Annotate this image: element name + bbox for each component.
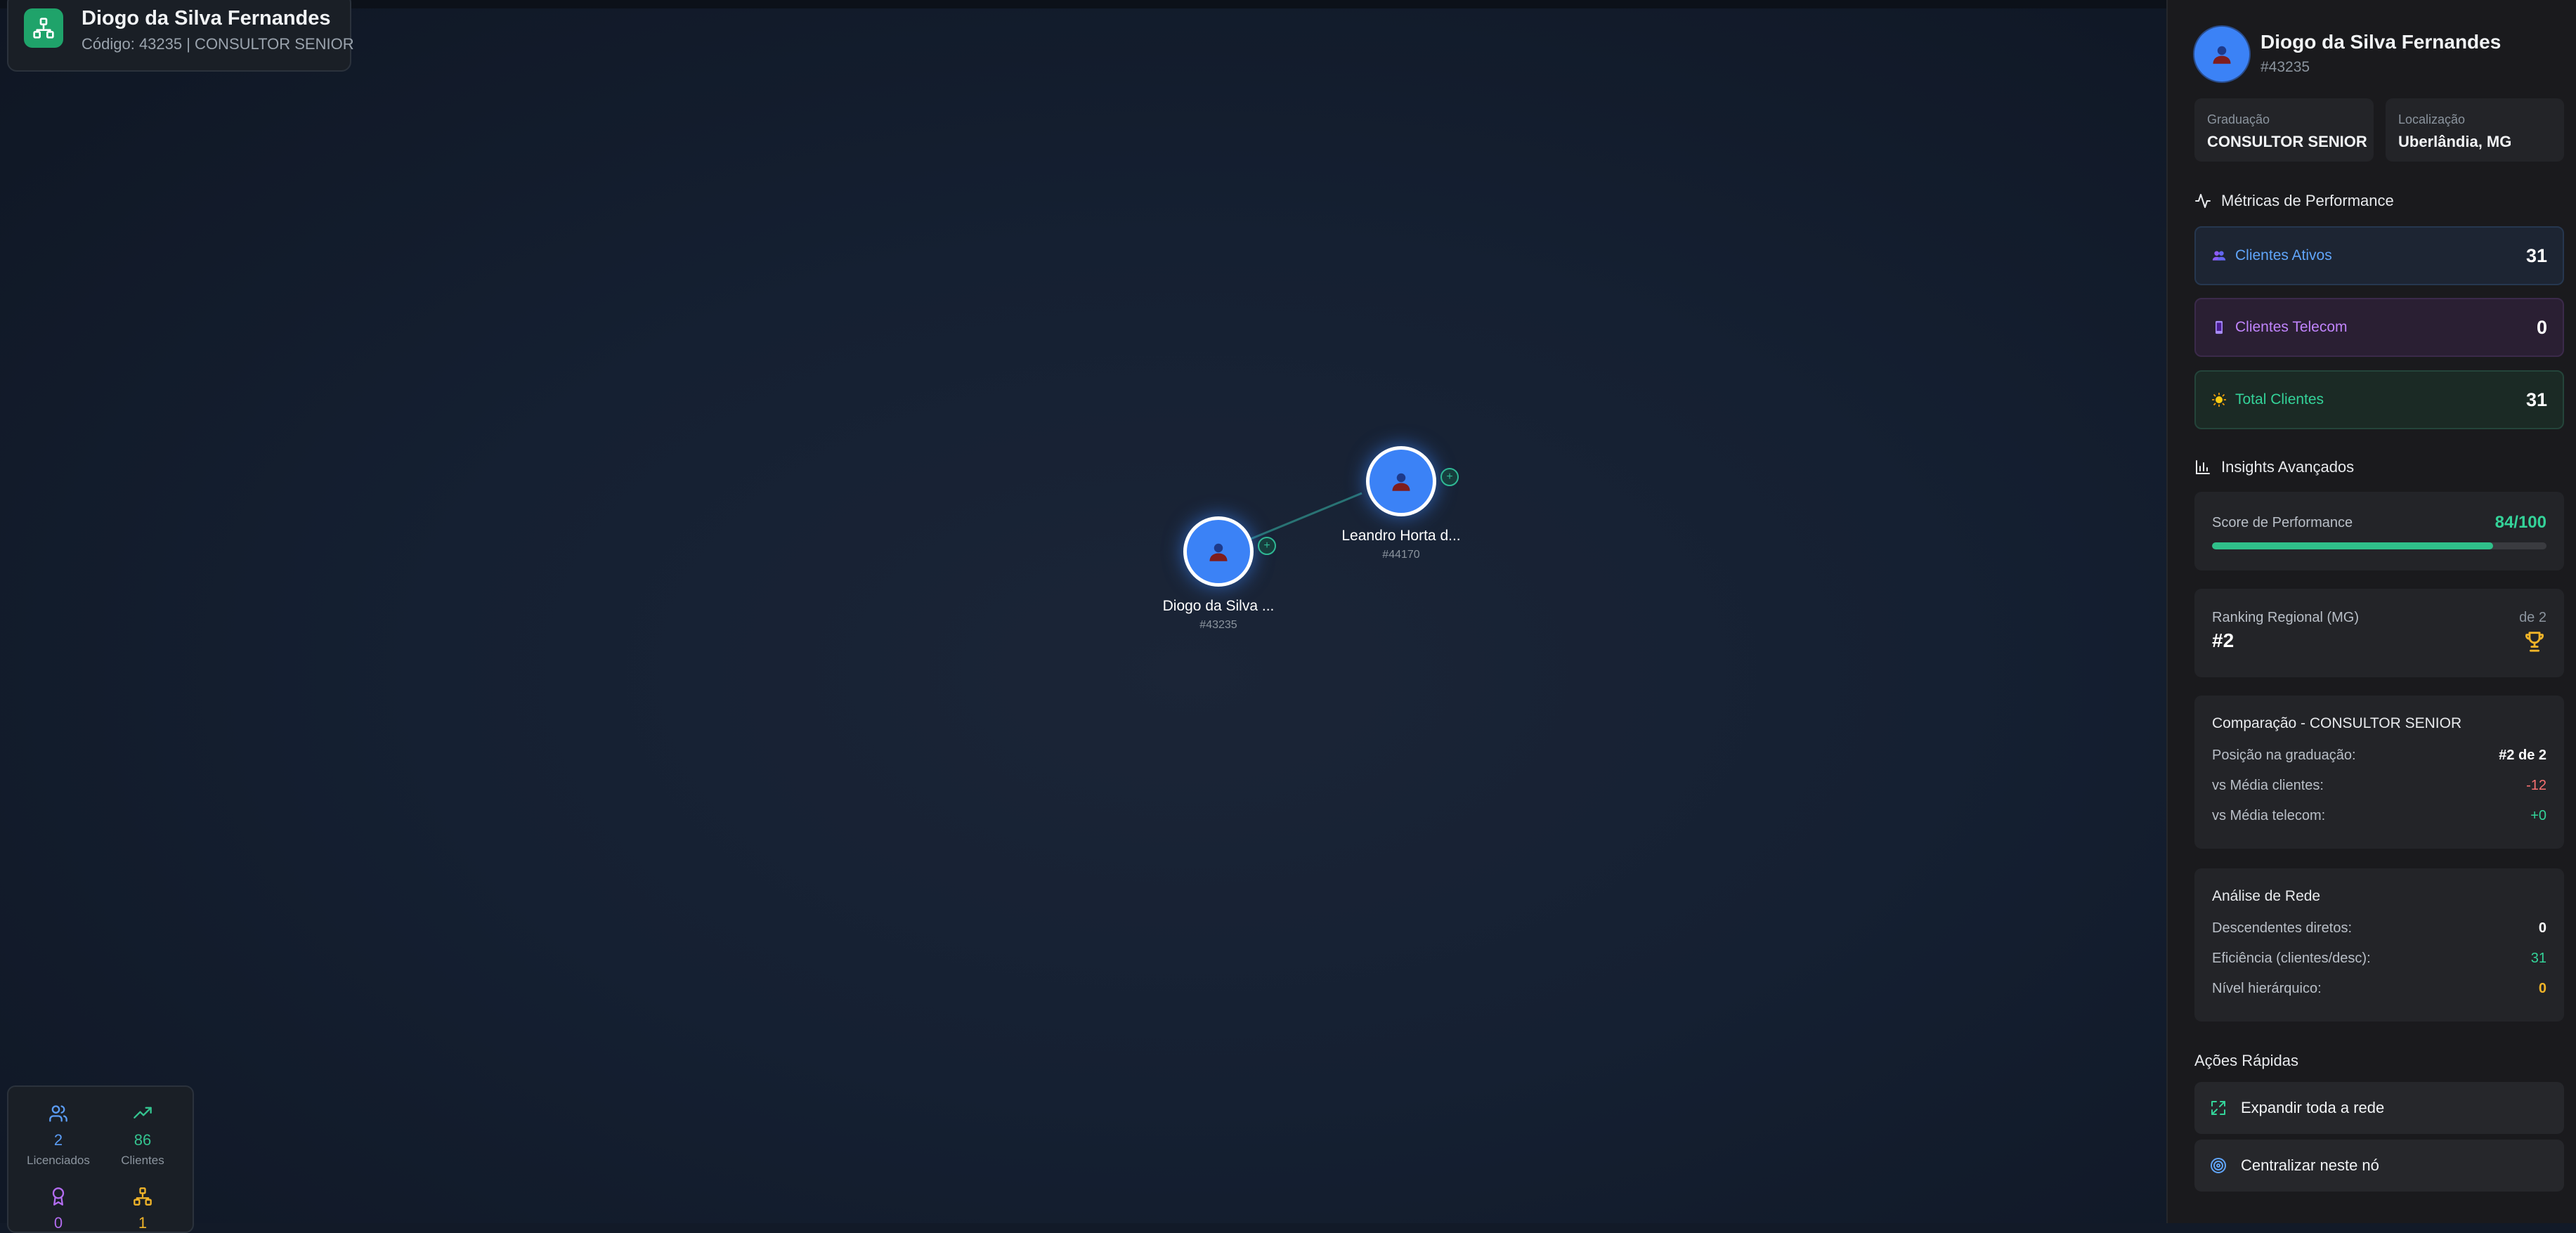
localizacao-box: Localização Uberlândia, MG bbox=[2386, 98, 2564, 162]
insights-title: Insights Avançados bbox=[2194, 458, 2354, 476]
network-node-child[interactable]: Leandro Horta d... #44170 bbox=[1324, 446, 1478, 561]
stat-label: Clientes bbox=[121, 1154, 164, 1167]
score-progress-track bbox=[2212, 542, 2546, 549]
details-panel: Diogo da Silva Fernandes #43235 Graduaçã… bbox=[2166, 0, 2576, 1223]
comparison-title: Comparação - CONSULTOR SENIOR bbox=[2212, 715, 2462, 731]
metric-label: Clientes Ativos bbox=[2235, 247, 2332, 263]
center-node-button[interactable]: Centralizar neste nó bbox=[2194, 1140, 2564, 1192]
ranking-box: Ranking Regional (MG) de 2 #2 bbox=[2194, 589, 2564, 677]
phone-icon bbox=[2211, 320, 2227, 335]
stat-value: 1 bbox=[138, 1214, 148, 1232]
node-avatar bbox=[1183, 516, 1254, 587]
graduacao-value: CONSULTOR SENIOR bbox=[2207, 133, 2367, 150]
node-expand-button[interactable]: + bbox=[1440, 468, 1459, 486]
node-name: Leandro Horta d... bbox=[1341, 528, 1461, 544]
network-icon bbox=[134, 1187, 152, 1206]
metrics-title-text: Métricas de Performance bbox=[2221, 192, 2394, 209]
network-analysis-box: Análise de Rede Descendentes diretos: 0 … bbox=[2194, 868, 2564, 1022]
localizacao-value: Uberlândia, MG bbox=[2398, 133, 2512, 150]
node-code: #43235 bbox=[1199, 619, 1237, 631]
metric-value: 31 bbox=[2525, 244, 2547, 266]
score-progress-fill bbox=[2212, 542, 2493, 549]
graduacao-label: Graduação bbox=[2207, 112, 2270, 126]
actions-title: Ações Rápidas bbox=[2194, 1052, 2298, 1069]
stat-graduacao: 0 bbox=[16, 1187, 100, 1232]
network-row-label: Descendentes diretos: bbox=[2212, 920, 2353, 936]
network-node-root[interactable]: Diogo da Silva ... #43235 bbox=[1141, 516, 1296, 632]
expand-icon bbox=[2211, 1101, 2225, 1115]
ranking-of: de 2 bbox=[2519, 610, 2546, 625]
network-title: Análise de Rede bbox=[2212, 888, 2321, 904]
metrics-title: Métricas de Performance bbox=[2194, 192, 2394, 210]
metric-label: Total Clientes bbox=[2235, 391, 2324, 407]
person-icon bbox=[1392, 473, 1410, 491]
graduacao-box: Graduação CONSULTOR SENIOR bbox=[2194, 98, 2374, 162]
ranking-value: #2 bbox=[2212, 629, 2235, 651]
metric-value: 0 bbox=[2536, 316, 2547, 338]
metric-value: 31 bbox=[2525, 389, 2547, 410]
action-label: Centralizar neste nó bbox=[2241, 1156, 2379, 1174]
metric-total-clientes: Total Clientes 31 bbox=[2194, 370, 2564, 429]
sun-icon bbox=[2211, 392, 2227, 407]
action-label: Expandir toda a rede bbox=[2241, 1099, 2385, 1116]
ranking-label: Ranking Regional (MG) bbox=[2212, 610, 2359, 625]
comparison-row-label: Posição na graduação: bbox=[2212, 748, 2356, 763]
network-row-value: 0 bbox=[2538, 981, 2546, 996]
stat-clientes: 86 Clientes bbox=[100, 1104, 185, 1168]
node-code: #44170 bbox=[1382, 549, 1420, 561]
comparison-row-value: -12 bbox=[2526, 778, 2546, 793]
score-value: 84/100 bbox=[2494, 513, 2546, 532]
person-icon bbox=[1209, 543, 1228, 561]
comparison-row-label: vs Média clientes: bbox=[2212, 778, 2324, 793]
comparison-row-label: vs Média telecom: bbox=[2212, 808, 2326, 823]
metric-clientes-ativos: Clientes Ativos 31 bbox=[2194, 226, 2564, 285]
insights-title-text: Insights Avançados bbox=[2221, 458, 2355, 476]
stat-value: 86 bbox=[134, 1131, 152, 1149]
metric-label: Clientes Telecom bbox=[2235, 319, 2348, 335]
users-icon bbox=[49, 1105, 67, 1122]
network-stats-card: 2 Licenciados 86 Clientes 0 1 bbox=[7, 1085, 194, 1233]
target-icon bbox=[2211, 1158, 2226, 1173]
profile-avatar bbox=[2194, 27, 2249, 81]
node-avatar bbox=[1366, 446, 1436, 516]
trending-up-icon bbox=[134, 1107, 152, 1118]
expand-network-button[interactable]: Expandir toda a rede bbox=[2194, 1082, 2564, 1134]
profile-code: #43235 bbox=[2260, 59, 2310, 75]
node-name: Diogo da Silva ... bbox=[1162, 598, 1275, 614]
activity-icon bbox=[2195, 194, 2211, 208]
stat-label: Licenciados bbox=[27, 1154, 90, 1167]
metric-clientes-telecom: Clientes Telecom 0 bbox=[2194, 298, 2564, 357]
bar-chart-icon bbox=[2196, 460, 2210, 474]
localizacao-label: Localização bbox=[2398, 112, 2466, 126]
comparison-box: Comparação - CONSULTOR SENIOR Posição na… bbox=[2194, 696, 2564, 849]
trophy-icon bbox=[2525, 632, 2544, 652]
stat-value: 2 bbox=[53, 1131, 63, 1149]
network-row-label: Eficiência (clientes/desc): bbox=[2212, 951, 2371, 966]
score-label: Score de Performance bbox=[2212, 514, 2353, 530]
people-icon bbox=[2211, 248, 2227, 263]
network-row-value: 31 bbox=[2530, 951, 2546, 966]
node-expand-button[interactable]: + bbox=[1258, 537, 1276, 555]
stat-niveis: 1 bbox=[100, 1187, 185, 1232]
network-row-label: Nível hierárquico: bbox=[2212, 981, 2322, 996]
profile-name: Diogo da Silva Fernandes bbox=[2260, 31, 2502, 53]
stat-value: 0 bbox=[53, 1214, 63, 1232]
award-icon bbox=[52, 1187, 65, 1206]
comparison-row-value: +0 bbox=[2530, 808, 2546, 823]
network-edge bbox=[1250, 492, 1362, 540]
stat-licenciados: 2 Licenciados bbox=[16, 1104, 100, 1168]
network-row-value: 0 bbox=[2538, 920, 2546, 936]
score-box: Score de Performance 84/100 bbox=[2194, 492, 2564, 570]
comparison-row-value: #2 de 2 bbox=[2499, 748, 2546, 763]
person-icon bbox=[2213, 46, 2231, 64]
